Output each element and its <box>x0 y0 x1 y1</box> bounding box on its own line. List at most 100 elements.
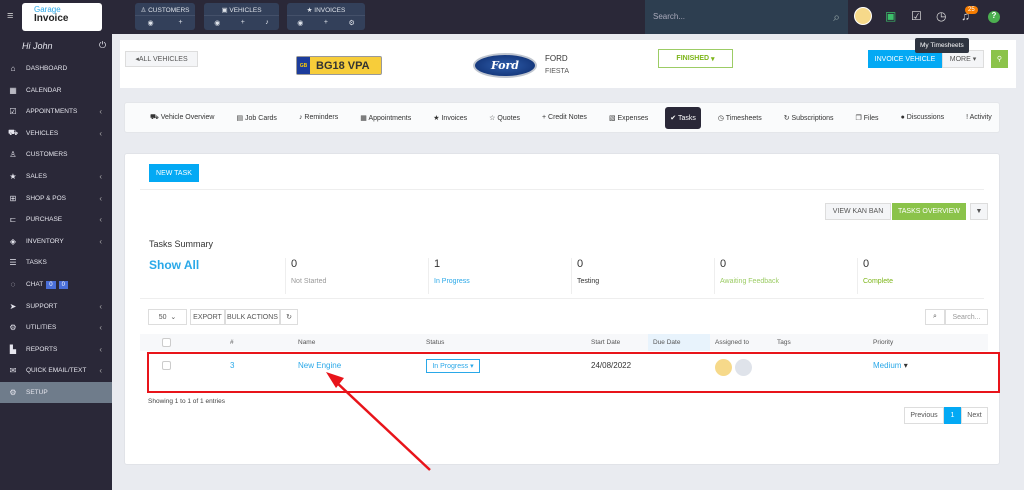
sidebar-item[interactable]: ⚙ SETUP <box>0 382 112 403</box>
row-checkbox[interactable] <box>162 361 171 370</box>
column-header[interactable]: Due Date <box>653 339 680 346</box>
view-kanban-button[interactable]: VIEW KAN BAN <box>825 203 891 220</box>
sidebar-item[interactable]: ▙ REPORTS ‹ <box>0 339 112 360</box>
column-header[interactable]: # <box>230 339 234 346</box>
filter-icon[interactable]: ▼ <box>970 203 988 220</box>
column-header[interactable]: Name <box>298 339 315 346</box>
tab[interactable]: ☆ Quotes <box>484 107 525 129</box>
assignee-avatar-placeholder[interactable] <box>735 359 752 376</box>
sidebar-item[interactable]: ⚙ UTILITIES ‹ <box>0 317 112 338</box>
page-1-button[interactable]: 1 <box>944 407 961 424</box>
status-value: In Progress <box>432 362 469 370</box>
tab[interactable]: ▧ Expenses <box>604 107 653 129</box>
gears-icon[interactable]: ⚙ <box>348 19 354 27</box>
plus-icon[interactable]: + <box>178 19 182 27</box>
summary-item[interactable]: 1 In Progress <box>428 258 568 294</box>
search-icon[interactable]: ⌕ <box>833 10 840 25</box>
show-all-link[interactable]: Show All <box>149 258 199 272</box>
summary-item[interactable]: 0 Testing <box>571 258 711 294</box>
tab[interactable]: ♪ Reminders <box>294 107 343 128</box>
sidebar-item-label: REPORTS <box>26 345 58 353</box>
presentation-icon[interactable]: ▣ <box>885 9 896 23</box>
sidebar-item-label: SUPPORT <box>26 302 58 310</box>
summary-item[interactable]: 0 Awaiting Feedback <box>714 258 854 294</box>
sidebar-item[interactable]: ★ SALES ‹ <box>0 166 112 187</box>
chevron-left-icon: ‹ <box>99 301 102 311</box>
column-header[interactable]: Tags <box>777 339 791 346</box>
column-header[interactable]: Start Date <box>591 339 620 346</box>
status-label: FINISHED <box>676 55 710 62</box>
table-search-input[interactable]: Search... <box>945 309 988 325</box>
tab[interactable]: ✔ Tasks <box>665 106 701 129</box>
tab[interactable]: ● Discussions <box>896 107 950 128</box>
assignee-avatar[interactable] <box>715 359 732 376</box>
eye-icon[interactable]: ◉ <box>147 19 153 27</box>
clock-icon[interactable]: ◷ <box>936 9 946 23</box>
eye-icon[interactable]: ◉ <box>297 19 303 27</box>
bulk-actions-button[interactable]: BULK ACTIONS <box>225 309 280 325</box>
cube-icon: ◈ <box>9 236 17 246</box>
tab[interactable]: ★ Invoices <box>428 107 472 129</box>
help-icon[interactable]: ? <box>988 11 1000 23</box>
tasks-overview-button[interactable]: TASKS OVERVIEW <box>892 203 966 220</box>
sidebar-item[interactable]: ⌂ DASHBOARD <box>0 58 112 79</box>
tab[interactable]: ◷ Timesheets <box>713 107 767 129</box>
sidebar-item-label: CUSTOMERS <box>26 151 68 159</box>
sidebar-item[interactable]: ♙ CUSTOMERS <box>0 144 112 165</box>
column-header[interactable]: Priority <box>873 339 893 346</box>
status-dropdown[interactable]: FINISHED ▾ <box>658 49 733 68</box>
page-size-select[interactable]: 50 ⌄ <box>148 309 187 325</box>
search-input[interactable]: Search... <box>653 12 685 21</box>
tab-label: Files <box>863 114 879 122</box>
sidebar-item[interactable]: ➤ SUPPORT ‹ <box>0 296 112 317</box>
tab-label: Expenses <box>617 114 649 122</box>
task-name-link[interactable]: New Engine <box>298 361 341 370</box>
sidebar-item[interactable]: ☑ APPOINTMENTS ‹ <box>0 101 112 122</box>
power-icon[interactable]: ⏻ <box>99 40 106 51</box>
pin-icon[interactable]: ⚲ <box>991 50 1008 68</box>
select-all-checkbox[interactable] <box>162 338 171 347</box>
tab[interactable]: ↻ Subscriptions <box>779 107 839 129</box>
task-id-link[interactable]: 3 <box>230 361 234 370</box>
tab[interactable]: ❐ Files <box>851 107 884 129</box>
column-header[interactable]: Status <box>426 339 444 346</box>
vehicle-make: FORD <box>545 54 568 63</box>
priority-dropdown[interactable]: Medium ▾ <box>873 361 908 370</box>
previous-page-button[interactable]: Previous <box>904 407 944 424</box>
summary-item[interactable]: 0 Not Started <box>285 258 425 294</box>
export-button[interactable]: EXPORT <box>190 309 225 325</box>
status-dropdown[interactable]: In Progress ▾ <box>426 359 480 373</box>
sidebar-item[interactable]: ◈ INVENTORY ‹ <box>0 231 112 252</box>
eye-icon[interactable]: ◉ <box>214 19 220 27</box>
global-search[interactable]: Search... ⌕ <box>645 0 848 34</box>
all-vehicles-button[interactable]: ◂ ALL VEHICLES <box>125 51 198 67</box>
column-header[interactable]: Assigned to <box>715 339 749 346</box>
next-page-button[interactable]: Next <box>961 407 988 424</box>
sidebar-item[interactable]: ⛟ VEHICLES ‹ <box>0 123 112 144</box>
summary-item[interactable]: 0 Complete <box>857 258 997 294</box>
checklist-icon[interactable]: ☑ <box>911 9 922 23</box>
tab[interactable]: ⛟ Vehicle Overview <box>145 106 219 129</box>
plus-icon[interactable]: + <box>241 19 245 27</box>
tab[interactable]: + Credit Notes <box>537 107 592 128</box>
sidebar-item[interactable]: ⊞ SHOP & POS ‹ <box>0 188 112 209</box>
sidebar-item[interactable]: ☰ TASKS <box>0 252 112 273</box>
tab[interactable]: ! Activity <box>961 107 997 128</box>
new-task-button[interactable]: NEW TASK <box>149 164 199 182</box>
avatar[interactable] <box>854 7 872 25</box>
sidebar-item[interactable]: ◌ CHAT 0 0 <box>0 274 112 295</box>
hamburger-icon[interactable]: ≡ <box>7 10 13 22</box>
logo[interactable]: Garage Invoice <box>22 3 102 31</box>
plus-icon[interactable]: + <box>324 19 328 27</box>
tab[interactable]: ▦ Appointments <box>355 107 416 129</box>
sidebar-item[interactable]: ▦ CALENDAR <box>0 80 112 101</box>
greeting: Hi John <box>22 41 53 51</box>
sidebar-item[interactable]: ⊏ PURCHASE ‹ <box>0 209 112 230</box>
notification-badge: 25 <box>965 6 978 14</box>
bell-icon[interactable]: ♪ <box>265 19 269 27</box>
chevron-left-icon: ‹ <box>99 323 102 333</box>
refresh-icon[interactable]: ↻ <box>280 309 298 325</box>
sidebar: Hi John ⏻ ⌂ DASHBOARD ▦ CALENDAR ☑ APPOINTMEN… <box>0 34 112 490</box>
tab[interactable]: ▤ Job Cards <box>231 107 281 129</box>
sidebar-item[interactable]: ✉ QUICK EMAIL/TEXT ‹ <box>0 360 112 381</box>
